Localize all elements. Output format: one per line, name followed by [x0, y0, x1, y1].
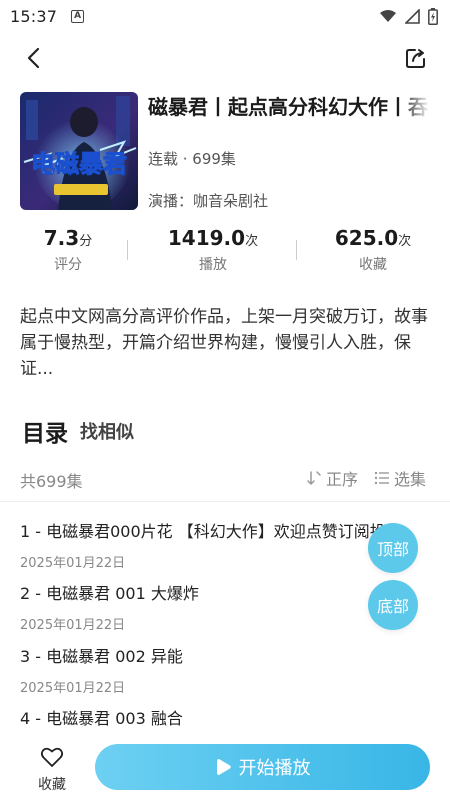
battery-icon: [428, 7, 438, 25]
start-play-label: 开始播放: [238, 758, 311, 779]
find-similar-tab[interactable]: 找相似: [80, 418, 134, 444]
cover-title-text: 电磁暴君: [31, 150, 127, 178]
sort-icon: [307, 471, 321, 485]
stat-label: 播放: [199, 257, 227, 273]
album-cover[interactable]: 电磁暴君: [20, 92, 138, 210]
status-icons: [379, 7, 438, 25]
album-title-container: 磁暴君丨起点高分科幻大作丨吞: [148, 92, 430, 122]
stat-unit: 分: [79, 234, 93, 249]
stat-value: 1419.0: [167, 226, 246, 250]
share-icon: [406, 49, 425, 68]
sort-order-button[interactable]: 正序: [306, 466, 358, 490]
divider: [0, 501, 450, 502]
episode-item[interactable]: 4 - 电磁暴君 003 融合: [20, 705, 430, 729]
scroll-top-button[interactable]: 顶部: [368, 523, 418, 573]
episode-title: 1 - 电磁暴君000片花 【科幻大作】欢迎点赞订阅投...: [20, 522, 402, 541]
a-icon: A: [71, 9, 85, 23]
chevron-left-icon: [27, 47, 40, 69]
select-episodes-button[interactable]: 选集: [374, 466, 426, 490]
album-cast[interactable]: 演播：咖音朵剧社: [148, 190, 268, 211]
stat-label: 评分: [54, 257, 82, 273]
bottom-bar: 收藏 开始播放: [0, 736, 450, 800]
signal-icon: [405, 8, 420, 24]
sort-order-label: 正序: [326, 470, 359, 489]
select-episodes-label: 选集: [394, 470, 427, 489]
status-bar: 15:37 A: [0, 0, 450, 32]
stat-value: 625.0: [334, 226, 399, 250]
scroll-bottom-button[interactable]: 底部: [368, 580, 418, 630]
stat-unit: 次: [245, 234, 259, 249]
play-icon: [216, 759, 231, 775]
stat-unit: 次: [398, 234, 412, 249]
divider: [296, 240, 297, 260]
favorite-button[interactable]: 收藏: [28, 746, 76, 794]
heart-icon: [40, 747, 64, 767]
album-meta: 连载 · 699集: [148, 150, 236, 168]
episode-count: 共699集: [20, 472, 83, 491]
episode-date: 2025年01月22日: [20, 618, 126, 633]
episode-title: 2 - 电磁暴君 001 大爆炸: [20, 584, 199, 603]
start-play-button[interactable]: 开始播放: [95, 744, 430, 790]
episode-title: 3 - 电磁暴君 002 异能: [20, 647, 183, 666]
stat-favorites: 625.0次 收藏: [303, 226, 443, 274]
stat-value: 7.3: [43, 226, 80, 250]
top-nav: [0, 38, 450, 78]
catalog-tab[interactable]: 目录: [22, 414, 68, 448]
wifi-icon: [380, 10, 396, 22]
album-description[interactable]: 起点中文网高分高评价作品，上架一月突破万订，故事属于慢热型，开篇介绍世界构建，慢…: [20, 304, 432, 382]
share-button[interactable]: [402, 44, 430, 72]
cover-art: 电磁暴君: [20, 92, 138, 210]
stat-label: 收藏: [359, 257, 387, 273]
episode-item[interactable]: 3 - 电磁暴君 002 异能 2025年01月22日: [20, 643, 430, 696]
back-button[interactable]: [20, 44, 48, 72]
episode-date: 2025年01月22日: [20, 681, 126, 696]
stat-rating: 7.3分 评分: [0, 226, 138, 274]
stats-row: 7.3分 评分 1419.0次 播放 625.0次 收藏: [0, 226, 450, 282]
stat-plays: 1419.0次 播放: [143, 226, 283, 274]
list-icon: [374, 471, 389, 485]
favorite-label: 收藏: [38, 777, 66, 793]
status-time: 15:37: [10, 6, 58, 26]
divider: [127, 240, 128, 260]
episode-title: 4 - 电磁暴君 003 融合: [20, 709, 183, 728]
album-title: 磁暴君丨起点高分科幻大作丨吞: [148, 95, 428, 119]
